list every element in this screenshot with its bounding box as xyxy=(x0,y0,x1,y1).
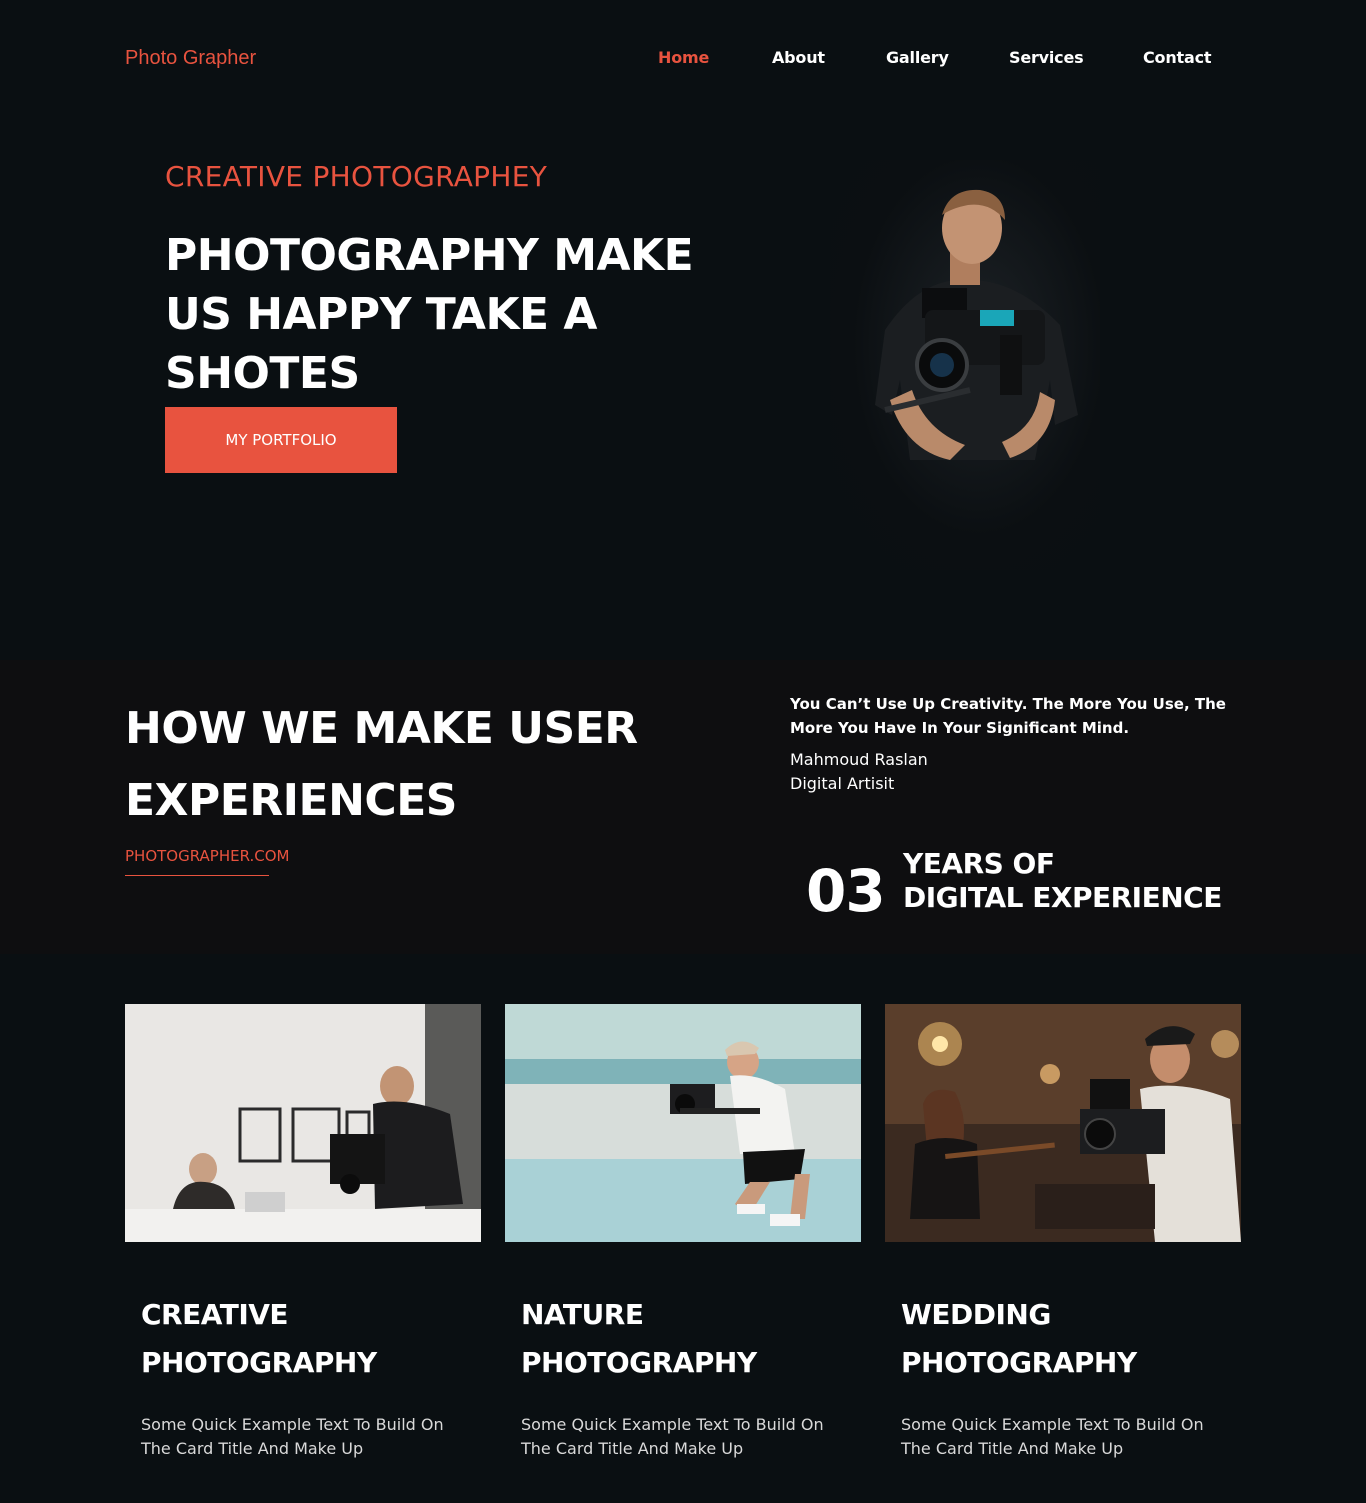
hero-photographer-image xyxy=(830,160,1100,570)
website-link-underline xyxy=(125,875,269,876)
about-title: HOW WE MAKE USER EXPERIENCES xyxy=(125,703,638,826)
card-image-wedding xyxy=(885,1004,1241,1242)
card-image-beach xyxy=(505,1004,861,1242)
nav-links: Home About Gallery Services Contact xyxy=(0,48,1366,72)
nav-link-services[interactable]: Services xyxy=(1009,48,1084,67)
nav-link-gallery[interactable]: Gallery xyxy=(886,48,949,67)
service-card-nature[interactable]: NATURE PHOTOGRAPHY Some Quick Example Te… xyxy=(505,1004,861,1474)
card-description: Some Quick Example Text To Build On The … xyxy=(141,1415,444,1458)
card-description: Some Quick Example Text To Build On The … xyxy=(901,1415,1204,1458)
card-title-line1: NATURE xyxy=(521,1298,644,1331)
card-title-line2: PHOTOGRAPHY xyxy=(521,1346,757,1379)
website-link[interactable]: PHOTOGRAPHER.COM xyxy=(125,847,289,865)
hero-title: PHOTOGRAPHY MAKE US HAPPY TAKE A SHOTES xyxy=(165,230,694,399)
card-title: NATURE PHOTOGRAPHY xyxy=(521,1291,851,1387)
nav-link-contact[interactable]: Contact xyxy=(1143,48,1212,67)
years-label-line1: YEARS OF xyxy=(903,847,1055,880)
quote-author-role: Digital Artisit xyxy=(790,774,895,793)
nav-link-home[interactable]: Home xyxy=(658,48,709,67)
hero-section: CREATIVE PHOTOGRAPHEY PHOTOGRAPHY MAKE U… xyxy=(0,120,1366,660)
card-image-studio xyxy=(125,1004,481,1242)
portfolio-button[interactable]: MY PORTFOLIO xyxy=(165,407,397,473)
card-title-line1: CREATIVE xyxy=(141,1298,289,1331)
hero-eyebrow: CREATIVE PHOTOGRAPHEY xyxy=(165,160,548,193)
service-card-wedding[interactable]: WEDDING PHOTOGRAPHY Some Quick Example T… xyxy=(885,1004,1241,1474)
card-title-line1: WEDDING xyxy=(901,1298,1051,1331)
navbar: Photo Grapher Home About Gallery Service… xyxy=(0,0,1366,120)
card-title: CREATIVE PHOTOGRAPHY xyxy=(141,1291,471,1387)
card-description: Some Quick Example Text To Build On The … xyxy=(521,1415,824,1458)
card-title: WEDDING PHOTOGRAPHY xyxy=(901,1291,1231,1387)
service-card-creative[interactable]: CREATIVE PHOTOGRAPHY Some Quick Example … xyxy=(125,1004,481,1474)
card-title-line2: PHOTOGRAPHY xyxy=(901,1346,1137,1379)
card-title-line2: PHOTOGRAPHY xyxy=(141,1346,377,1379)
nav-link-about[interactable]: About xyxy=(772,48,825,67)
years-label-line2: DIGITAL EXPERIENCE xyxy=(903,881,1222,914)
quote-text: You Can’t Use Up Creativity. The More Yo… xyxy=(790,695,1226,737)
quote-author-name: Mahmoud Raslan xyxy=(790,750,928,769)
about-section: HOW WE MAKE USER EXPERIENCES PHOTOGRAPHE… xyxy=(0,660,1366,954)
years-number: 03 xyxy=(806,857,886,925)
years-label: YEARS OF DIGITAL EXPERIENCE xyxy=(903,847,1253,915)
